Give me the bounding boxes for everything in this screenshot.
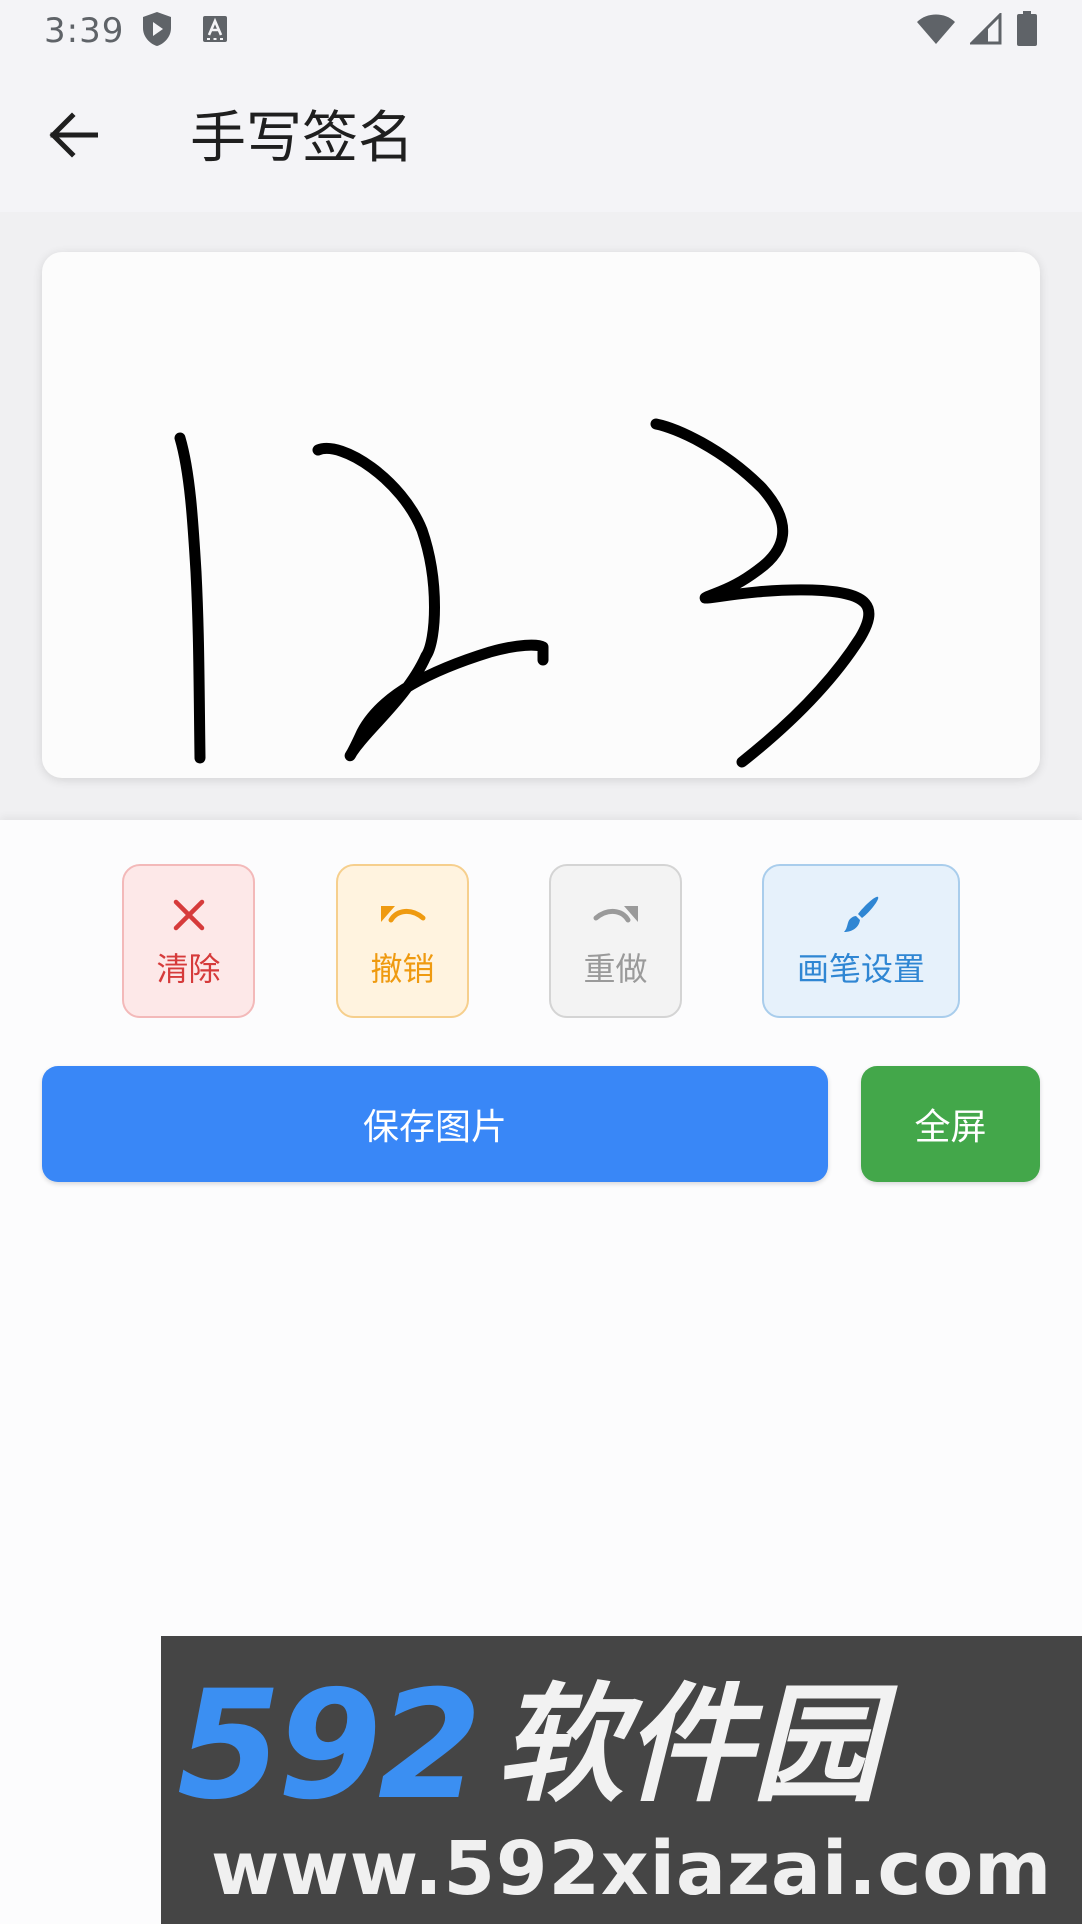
canvas-area <box>0 212 1082 820</box>
undo-button[interactable]: 撤销 <box>336 864 469 1018</box>
redo-label: 重做 <box>583 950 648 988</box>
screen: 3:39 手写签名 清除 撤销 重做 画笔设置 保存图片 全屏 592 软件园 … <box>0 0 1082 1924</box>
clear-label: 清除 <box>156 950 221 988</box>
redo-button[interactable]: 重做 <box>549 864 682 1018</box>
redo-icon <box>592 893 640 937</box>
cell-signal-icon <box>968 11 1002 49</box>
watermark-url: www.592xiazai.com <box>211 1826 1053 1912</box>
brush-settings-button[interactable]: 画笔设置 <box>762 864 960 1018</box>
brush-settings-label: 画笔设置 <box>796 950 925 988</box>
close-icon <box>172 893 206 937</box>
status-time: 3:39 <box>44 11 125 51</box>
stroke-digit-3 <box>650 418 875 768</box>
shield-play-icon <box>142 11 172 51</box>
status-bar: 3:39 <box>0 0 1082 62</box>
app-bar: 手写签名 <box>0 62 1082 212</box>
clear-button[interactable]: 清除 <box>122 864 255 1018</box>
status-right-icons <box>916 11 1038 51</box>
undo-icon <box>379 893 427 937</box>
back-button[interactable] <box>38 102 108 172</box>
brush-icon <box>840 893 882 937</box>
watermark-logo-number: 592 <box>177 1659 482 1833</box>
page-title: 手写签名 <box>190 106 414 171</box>
watermark-logo-text: 软件园 <box>496 1671 881 1820</box>
stroke-digit-1 <box>174 432 206 764</box>
save-image-button[interactable]: 保存图片 <box>42 1066 828 1182</box>
watermark: 592 软件园 www.592xiazai.com <box>161 1636 1082 1924</box>
battery-icon <box>1016 11 1038 51</box>
undo-label: 撤销 <box>370 950 435 988</box>
status-left-icons <box>142 11 228 51</box>
watermark-logo: 592 软件园 <box>177 1659 1077 1833</box>
text-a-icon <box>202 15 228 47</box>
signature-strokes <box>174 418 875 768</box>
fullscreen-button[interactable]: 全屏 <box>861 1066 1040 1182</box>
arrow-left-icon <box>48 112 99 162</box>
stroke-digit-2 <box>312 443 549 762</box>
signature-pad[interactable] <box>42 252 1040 778</box>
wifi-icon <box>916 13 956 49</box>
